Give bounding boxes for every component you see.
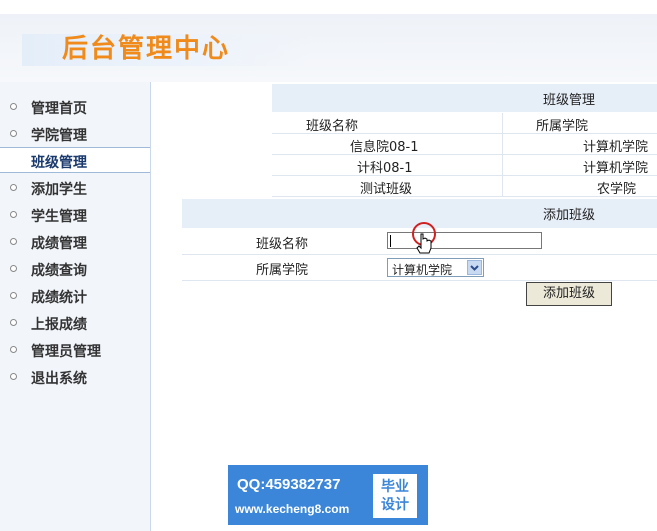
sidebar-item-label: 管理员管理 xyxy=(31,344,101,360)
class-name-label: 班级名称 xyxy=(256,237,309,252)
bullet-icon xyxy=(10,103,17,110)
bullet-icon xyxy=(10,184,17,191)
sidebar-item-label: 成绩统计 xyxy=(31,290,87,306)
page-header: 后台管理中心 xyxy=(0,14,657,82)
column-divider xyxy=(502,176,503,196)
sidebar-item-label: 成绩管理 xyxy=(31,236,87,252)
sidebar-item-label: 成绩查询 xyxy=(31,263,87,279)
bullet-icon xyxy=(10,238,17,245)
sidebar-item-label: 学生管理 xyxy=(31,209,87,225)
watermark-url: www.kecheng8.com xyxy=(235,502,350,516)
table-row: 信息院08-1 计算机学院 xyxy=(272,134,657,155)
sidebar-item-grade-management[interactable]: 成绩管理 xyxy=(0,229,150,255)
bullet-icon xyxy=(10,373,17,380)
sidebar-item-college-management[interactable]: 学院管理 xyxy=(0,121,150,147)
cell-class-name: 信息院08-1 xyxy=(350,140,419,155)
cell-college: 农学院 xyxy=(597,182,637,197)
sidebar-item-admin-management[interactable]: 管理员管理 xyxy=(0,337,150,363)
sidebar-item-logout[interactable]: 退出系统 xyxy=(0,364,150,390)
badge-line-2: 设计 xyxy=(381,497,409,513)
cell-college: 计算机学院 xyxy=(583,161,649,176)
bullet-icon xyxy=(10,346,17,353)
class-table-header: 班级管理 xyxy=(272,84,657,112)
sidebar-item-label: 退出系统 xyxy=(31,371,87,387)
chevron-down-icon[interactable] xyxy=(467,260,482,275)
add-class-button[interactable]: 添加班级 xyxy=(526,282,612,306)
bullet-icon xyxy=(10,211,17,218)
class-table-title: 班级管理 xyxy=(543,93,596,108)
column-divider xyxy=(502,155,503,175)
sidebar: 管理首页 学院管理 班级管理 添加学生 学生管理 成绩管理 成绩查询 成绩统计 … xyxy=(0,82,151,531)
cell-college: 计算机学院 xyxy=(583,140,649,155)
watermark-banner: QQ:459382737 www.kecheng8.com 毕业 设计 xyxy=(228,465,428,525)
column-divider xyxy=(502,113,503,133)
sidebar-item-label: 添加学生 xyxy=(31,182,87,198)
college-select-value: 计算机学院 xyxy=(392,263,453,277)
sidebar-item-label: 学院管理 xyxy=(31,128,87,144)
sidebar-item-class-management[interactable]: 班级管理 xyxy=(0,147,150,173)
app-title: 后台管理中心 xyxy=(62,34,231,64)
bullet-icon xyxy=(10,130,17,137)
add-class-title: 添加班级 xyxy=(543,208,596,223)
table-row: 测试班级 农学院 xyxy=(272,176,657,197)
text-caret xyxy=(390,235,391,247)
watermark-qq: QQ:459382737 xyxy=(237,476,341,493)
badge-line-1: 毕业 xyxy=(381,479,409,495)
column-header-college: 所属学院 xyxy=(536,119,589,134)
bullet-icon xyxy=(10,292,17,299)
bullet-icon xyxy=(10,319,17,326)
sidebar-item-report-grades[interactable]: 上报成绩 xyxy=(0,310,150,336)
column-header-class-name: 班级名称 xyxy=(306,119,359,134)
sidebar-item-add-student[interactable]: 添加学生 xyxy=(0,175,150,201)
watermark-badge: 毕业 设计 xyxy=(373,474,417,518)
sidebar-item-home[interactable]: 管理首页 xyxy=(0,94,150,120)
sidebar-item-grade-query[interactable]: 成绩查询 xyxy=(0,256,150,282)
sidebar-item-grade-statistics[interactable]: 成绩统计 xyxy=(0,283,150,309)
class-table-column-header-row: 班级名称 所属学院 xyxy=(272,113,657,134)
bullet-icon xyxy=(10,265,17,272)
college-label: 所属学院 xyxy=(256,263,309,278)
sidebar-item-label: 班级管理 xyxy=(31,155,87,171)
sidebar-item-label: 上报成绩 xyxy=(31,317,87,333)
table-row: 计科08-1 计算机学院 xyxy=(272,155,657,176)
sidebar-item-student-management[interactable]: 学生管理 xyxy=(0,202,150,228)
column-divider xyxy=(502,134,503,154)
cell-class-name: 计科08-1 xyxy=(357,161,413,176)
mouse-cursor-icon xyxy=(410,222,440,262)
cell-class-name: 测试班级 xyxy=(360,182,413,197)
sidebar-item-label: 管理首页 xyxy=(31,101,87,117)
top-strip xyxy=(0,0,657,14)
